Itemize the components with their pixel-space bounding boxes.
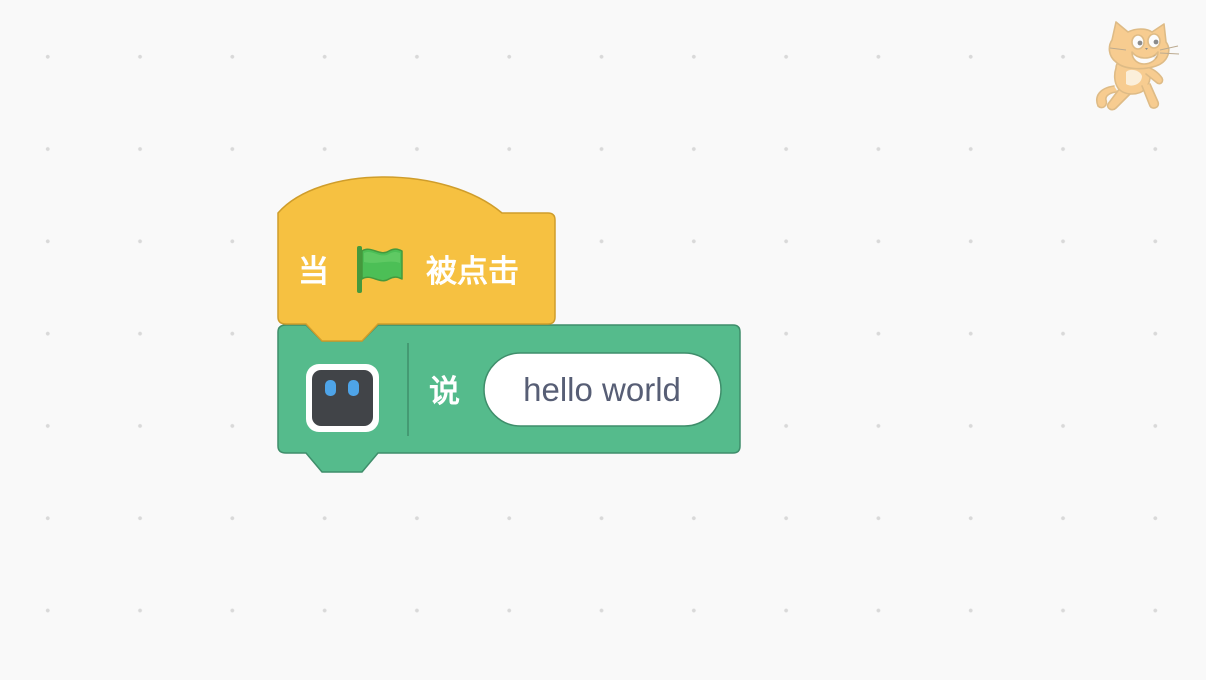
message-input[interactable]: hello world [483, 352, 722, 427]
message-input-value: hello world [523, 371, 681, 408]
say-block[interactable]: 说 hello world [277, 324, 741, 473]
robot-face-icon [306, 364, 379, 432]
code-workspace[interactable]: 说 hello world 当 被点击 [0, 0, 1206, 680]
hat-suffix-label: 被点击 [426, 254, 519, 290]
say-label: 说 [429, 374, 460, 410]
block-script: 说 hello world 当 被点击 [277, 176, 741, 473]
scratch-cat-icon [1096, 21, 1180, 111]
hat-prefix-label: 当 [298, 254, 329, 290]
when-flag-clicked-block[interactable]: 当 被点击 [277, 176, 556, 342]
